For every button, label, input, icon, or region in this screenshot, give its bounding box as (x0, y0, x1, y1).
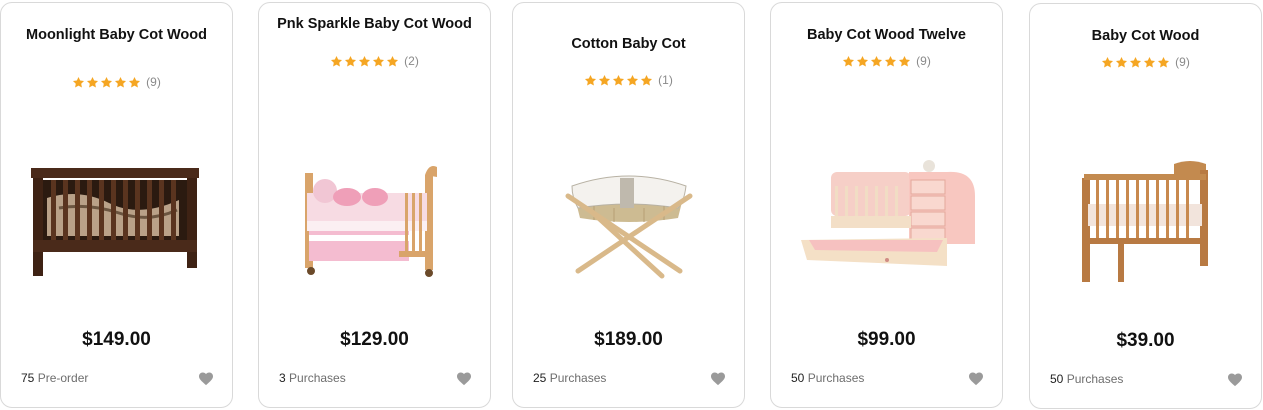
product-title[interactable]: Moonlight Baby Cot Wood (17, 25, 216, 46)
star-icon (344, 55, 357, 68)
purchase-info: 50 Purchases (791, 371, 864, 385)
product-card[interactable]: Pnk Sparkle Baby Cot Wood (2) $129.00 3 … (258, 2, 491, 408)
product-card[interactable]: Baby Cot Wood (9) $39.00 50 Purchases (1029, 3, 1262, 409)
star-icon (86, 76, 99, 89)
rating: (9) (771, 54, 1002, 68)
star-icon (870, 55, 883, 68)
heart-icon[interactable] (456, 371, 472, 386)
star-icon (584, 74, 597, 87)
star-icon (114, 76, 127, 89)
star-icon (598, 74, 611, 87)
star-icon (1129, 56, 1142, 69)
star-icon (612, 74, 625, 87)
moses-basket-image (565, 175, 692, 278)
rating-count: (1) (658, 73, 673, 87)
purchase-count: 50 (791, 371, 805, 385)
rating-count: (9) (1175, 55, 1190, 69)
star-icon (640, 74, 653, 87)
purchase-label: Pre-order (37, 371, 89, 385)
product-image[interactable] (1, 143, 232, 293)
star-icon (100, 76, 113, 89)
star-icon (1101, 56, 1114, 69)
star-icon (128, 76, 141, 89)
purchase-info: 25 Purchases (533, 371, 606, 385)
star-icon (1143, 56, 1156, 69)
card-footer: 3 Purchases (279, 370, 472, 386)
product-price: $189.00 (594, 329, 663, 350)
product-title[interactable]: Pnk Sparkle Baby Cot Wood (275, 14, 474, 35)
card-footer: 50 Purchases (791, 370, 984, 386)
product-title[interactable]: Baby Cot Wood Twelve (787, 25, 986, 46)
star-icon (1115, 56, 1128, 69)
purchase-count: 50 (1050, 372, 1064, 386)
heart-icon[interactable] (710, 371, 726, 386)
purchase-count: 3 (279, 371, 286, 385)
rating-count: (9) (916, 54, 931, 68)
purchase-label: Purchases (1066, 372, 1124, 386)
product-title[interactable]: Cotton Baby Cot (529, 34, 728, 55)
heart-icon[interactable] (1227, 372, 1243, 387)
star-icon (884, 55, 897, 68)
product-card[interactable]: Moonlight Baby Cot Wood (9) $149.00 75 P… (0, 2, 233, 408)
purchase-label: Purchases (807, 371, 865, 385)
card-footer: 25 Purchases (533, 370, 726, 386)
product-image[interactable] (259, 143, 490, 293)
rating-count: (2) (404, 54, 419, 68)
natural-wood-crib-image (1082, 161, 1208, 282)
purchase-label: Purchases (289, 371, 346, 385)
heart-icon[interactable] (198, 371, 214, 386)
star-icon (898, 55, 911, 68)
star-icon (386, 55, 399, 68)
star-icon (626, 74, 639, 87)
dark-wood-crib-image (31, 168, 199, 276)
product-price: $129.00 (340, 329, 409, 350)
purchase-count: 75 (21, 371, 35, 385)
product-image[interactable] (771, 143, 1002, 293)
rating: (9) (1030, 55, 1261, 69)
convertible-crib-image (800, 159, 975, 266)
pink-bedding-crib-image (304, 166, 437, 277)
product-price: $149.00 (82, 329, 151, 350)
product-title[interactable]: Baby Cot Wood (1046, 26, 1245, 47)
card-footer: 50 Purchases (1050, 371, 1243, 387)
rating: (9) (1, 75, 232, 89)
star-icon (330, 55, 343, 68)
purchase-info: 50 Purchases (1050, 372, 1123, 386)
product-image[interactable] (513, 143, 744, 293)
purchase-label: Purchases (549, 371, 607, 385)
heart-icon[interactable] (968, 371, 984, 386)
rating-count: (9) (146, 75, 161, 89)
star-icon (856, 55, 869, 68)
card-footer: 75 Pre-order (21, 370, 214, 386)
star-icon (1157, 56, 1170, 69)
product-card[interactable]: Baby Cot Wood Twelve (9) $99.00 50 Purch… (770, 2, 1003, 408)
rating: (1) (513, 73, 744, 87)
star-icon (358, 55, 371, 68)
product-price: $99.00 (857, 329, 916, 350)
purchase-info: 75 Pre-order (21, 371, 88, 385)
rating: (2) (259, 54, 490, 68)
star-icon (72, 76, 85, 89)
product-image[interactable] (1030, 144, 1261, 294)
product-card[interactable]: Cotton Baby Cot (1) $189.00 25 Purchases (512, 2, 745, 408)
purchase-info: 3 Purchases (279, 371, 346, 385)
purchase-count: 25 (533, 371, 547, 385)
product-price: $39.00 (1116, 330, 1175, 351)
star-icon (842, 55, 855, 68)
star-icon (372, 55, 385, 68)
